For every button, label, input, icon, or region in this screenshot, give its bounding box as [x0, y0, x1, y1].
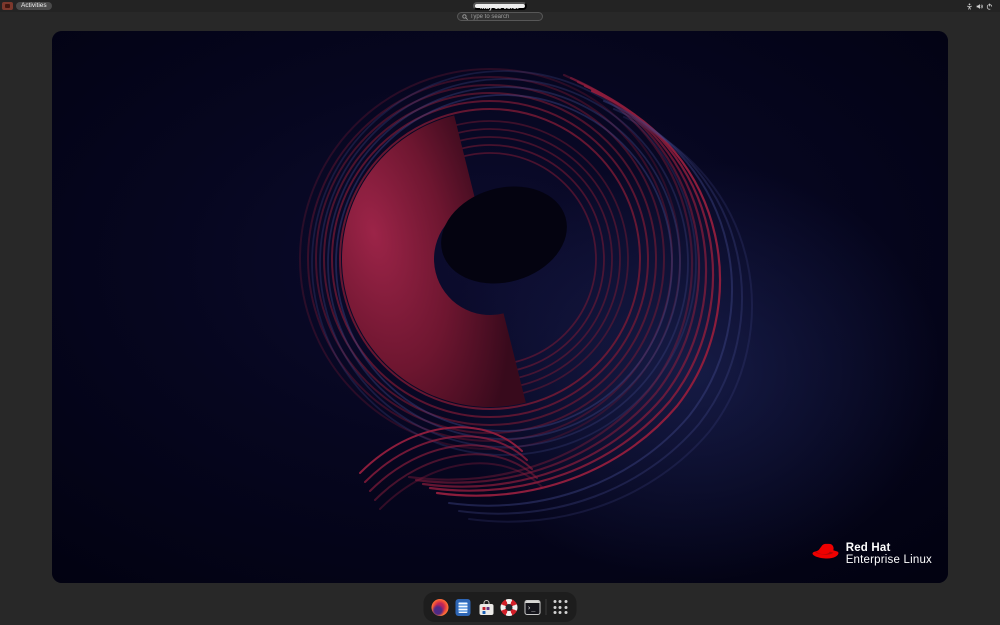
rhel-logo-text: Red Hat Enterprise Linux: [846, 542, 932, 567]
dock-item-software[interactable]: [477, 596, 496, 618]
top-bar: Activities May 19 08:17: [0, 0, 1000, 12]
firefox-icon: [432, 599, 449, 616]
show-applications-button[interactable]: [551, 596, 570, 618]
search-input[interactable]: [470, 14, 538, 20]
accessibility-icon: [966, 3, 973, 10]
files-icon: [456, 599, 471, 616]
red-hat-fedora-icon: [812, 543, 839, 561]
rhel-logo: Red Hat Enterprise Linux: [812, 542, 932, 567]
system-status-area[interactable]: [963, 2, 996, 10]
search-icon: [462, 14, 468, 20]
logo-brand: Red Hat: [846, 542, 932, 554]
dock-item-firefox[interactable]: [431, 596, 450, 618]
top-bar-left: Activities: [2, 2, 52, 10]
screen-record-indicator-icon[interactable]: [2, 2, 13, 10]
dock-item-files[interactable]: [454, 596, 473, 618]
rhel9-wallpaper: [52, 31, 948, 583]
gnome-activities-overview: Activities May 19 08:17: [0, 0, 1000, 625]
dock-item-help[interactable]: [500, 596, 519, 618]
help-icon: [501, 599, 518, 616]
dash-dock: [424, 592, 577, 622]
software-icon: [478, 599, 494, 616]
search-bar[interactable]: [457, 12, 543, 21]
dock-item-terminal[interactable]: [523, 596, 542, 618]
activities-button[interactable]: Activities: [16, 2, 52, 10]
clock-button[interactable]: May 19 08:17: [473, 2, 527, 10]
power-icon: [986, 3, 993, 10]
workspace-preview[interactable]: Red Hat Enterprise Linux: [52, 31, 948, 583]
logo-product: Enterprise Linux: [846, 554, 932, 567]
app-grid-icon: [553, 600, 567, 614]
terminal-icon: [524, 600, 540, 615]
dock-separator: [546, 599, 547, 615]
volume-icon: [976, 3, 983, 10]
